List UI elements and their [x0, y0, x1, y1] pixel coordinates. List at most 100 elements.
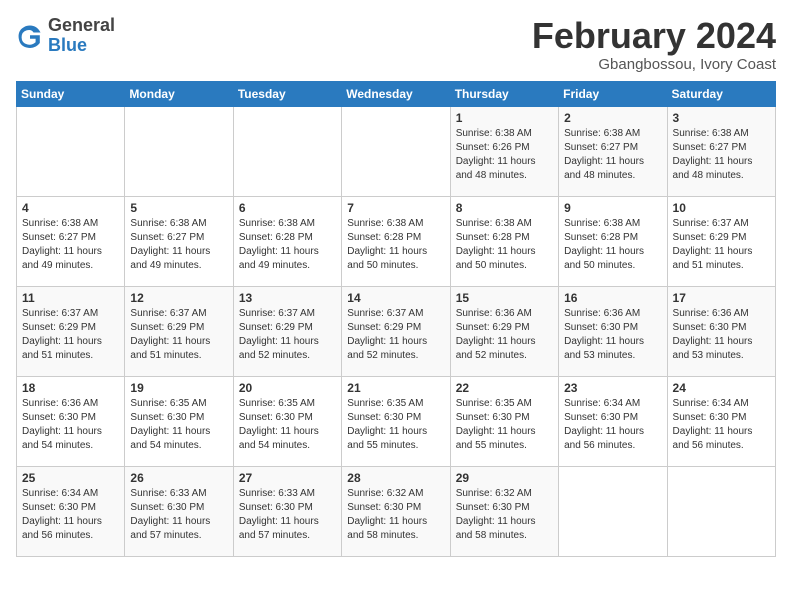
day-cell: 22 Sunrise: 6:35 AM Sunset: 6:30 PM Dayli…: [450, 376, 558, 466]
logo-blue-text: Blue: [48, 35, 87, 55]
day-info: Sunrise: 6:34 AM Sunset: 6:30 PM Dayligh…: [22, 487, 119, 543]
logo: General Blue: [16, 16, 115, 56]
day-info: Sunrise: 6:35 AM Sunset: 6:30 PM Dayligh…: [347, 397, 444, 453]
day-number: 3: [673, 111, 770, 125]
day-number: 10: [673, 201, 770, 215]
day-info: Sunrise: 6:38 AM Sunset: 6:26 PM Dayligh…: [456, 127, 553, 183]
day-cell: 11 Sunrise: 6:37 AM Sunset: 6:29 PM Dayli…: [17, 286, 125, 376]
day-cell: 26Sunrise: 6:33 AM Sunset: 6:30 PM Dayli…: [125, 466, 233, 556]
day-cell: 29 Sunrise: 6:32 AM Sunset: 6:30 PM Dayli…: [450, 466, 558, 556]
day-info: Sunrise: 6:33 AM Sunset: 6:30 PM Dayligh…: [239, 487, 336, 543]
day-number: 18: [22, 381, 119, 395]
location-subtitle: Gbangbossou, Ivory Coast: [532, 56, 776, 73]
day-number: 23: [564, 381, 661, 395]
day-info: Sunrise: 6:35 AM Sunset: 6:30 PM Dayligh…: [239, 397, 336, 453]
day-info: Sunrise: 6:38 AM Sunset: 6:27 PM Dayligh…: [673, 127, 770, 183]
day-number: 25: [22, 471, 119, 485]
day-cell: 25 Sunrise: 6:34 AM Sunset: 6:30 PM Dayli…: [17, 466, 125, 556]
day-info: Sunrise: 6:37 AM Sunset: 6:29 PM Dayligh…: [22, 307, 119, 363]
day-number: 8: [456, 201, 553, 215]
day-number: 17: [673, 291, 770, 305]
day-cell: [233, 106, 341, 196]
day-cell: 14 Sunrise: 6:37 AM Sunset: 6:29 PM Dayli…: [342, 286, 450, 376]
day-info: Sunrise: 6:32 AM Sunset: 6:30 PM Dayligh…: [456, 487, 553, 543]
day-cell: 8 Sunrise: 6:38 AM Sunset: 6:28 PM Daylig…: [450, 196, 558, 286]
day-info: Sunrise: 6:38 AM Sunset: 6:28 PM Dayligh…: [456, 217, 553, 273]
day-info: Sunrise: 6:33 AM Sunset: 6:30 PM Dayligh…: [130, 487, 227, 543]
week-row-3: 11 Sunrise: 6:37 AM Sunset: 6:29 PM Dayli…: [17, 286, 776, 376]
day-cell: 15 Sunrise: 6:36 AM Sunset: 6:29 PM Dayli…: [450, 286, 558, 376]
day-info: Sunrise: 6:37 AM Sunset: 6:29 PM Dayligh…: [347, 307, 444, 363]
day-cell: 23 Sunrise: 6:34 AM Sunset: 6:30 PM Dayli…: [559, 376, 667, 466]
day-number: 1: [456, 111, 553, 125]
day-cell: 28 Sunrise: 6:32 AM Sunset: 6:30 PM Dayli…: [342, 466, 450, 556]
header-day-sunday: Sunday: [17, 81, 125, 106]
day-cell: 3 Sunrise: 6:38 AM Sunset: 6:27 PM Daylig…: [667, 106, 775, 196]
day-info: Sunrise: 6:35 AM Sunset: 6:30 PM Dayligh…: [130, 397, 227, 453]
day-cell: [125, 106, 233, 196]
day-cell: 18 Sunrise: 6:36 AM Sunset: 6:30 PM Dayli…: [17, 376, 125, 466]
day-info: Sunrise: 6:34 AM Sunset: 6:30 PM Dayligh…: [673, 397, 770, 453]
day-cell: 4 Sunrise: 6:38 AM Sunset: 6:27 PM Daylig…: [17, 196, 125, 286]
day-cell: 9 Sunrise: 6:38 AM Sunset: 6:28 PM Daylig…: [559, 196, 667, 286]
day-info: Sunrise: 6:38 AM Sunset: 6:27 PM Dayligh…: [564, 127, 661, 183]
header-day-thursday: Thursday: [450, 81, 558, 106]
day-cell: 5 Sunrise: 6:38 AM Sunset: 6:27 PM Daylig…: [125, 196, 233, 286]
day-info: Sunrise: 6:36 AM Sunset: 6:30 PM Dayligh…: [22, 397, 119, 453]
day-cell: 20 Sunrise: 6:35 AM Sunset: 6:30 PM Dayli…: [233, 376, 341, 466]
day-cell: 7Sunrise: 6:38 AM Sunset: 6:28 PM Daylig…: [342, 196, 450, 286]
day-cell: 10Sunrise: 6:37 AM Sunset: 6:29 PM Dayli…: [667, 196, 775, 286]
week-row-2: 4 Sunrise: 6:38 AM Sunset: 6:27 PM Daylig…: [17, 196, 776, 286]
calendar-header: SundayMondayTuesdayWednesdayThursdayFrid…: [17, 81, 776, 106]
day-number: 20: [239, 381, 336, 395]
day-cell: [667, 466, 775, 556]
day-number: 24: [673, 381, 770, 395]
day-number: 21: [347, 381, 444, 395]
header: General Blue February 2024 Gbangbossou, …: [16, 16, 776, 73]
day-cell: [342, 106, 450, 196]
header-row: SundayMondayTuesdayWednesdayThursdayFrid…: [17, 81, 776, 106]
day-number: 19: [130, 381, 227, 395]
calendar-table: SundayMondayTuesdayWednesdayThursdayFrid…: [16, 81, 776, 557]
week-row-4: 18 Sunrise: 6:36 AM Sunset: 6:30 PM Dayli…: [17, 376, 776, 466]
day-cell: 21 Sunrise: 6:35 AM Sunset: 6:30 PM Dayli…: [342, 376, 450, 466]
day-cell: 19 Sunrise: 6:35 AM Sunset: 6:30 PM Dayli…: [125, 376, 233, 466]
day-info: Sunrise: 6:36 AM Sunset: 6:29 PM Dayligh…: [456, 307, 553, 363]
day-number: 14: [347, 291, 444, 305]
day-info: Sunrise: 6:38 AM Sunset: 6:28 PM Dayligh…: [564, 217, 661, 273]
day-info: Sunrise: 6:35 AM Sunset: 6:30 PM Dayligh…: [456, 397, 553, 453]
day-info: Sunrise: 6:37 AM Sunset: 6:29 PM Dayligh…: [239, 307, 336, 363]
day-number: 16: [564, 291, 661, 305]
day-number: 2: [564, 111, 661, 125]
day-number: 5: [130, 201, 227, 215]
day-number: 22: [456, 381, 553, 395]
day-number: 7: [347, 201, 444, 215]
day-cell: 12Sunrise: 6:37 AM Sunset: 6:29 PM Dayli…: [125, 286, 233, 376]
day-info: Sunrise: 6:37 AM Sunset: 6:29 PM Dayligh…: [130, 307, 227, 363]
day-info: Sunrise: 6:38 AM Sunset: 6:27 PM Dayligh…: [22, 217, 119, 273]
day-cell: [559, 466, 667, 556]
logo-general-text: General: [48, 15, 115, 35]
day-cell: 6 Sunrise: 6:38 AM Sunset: 6:28 PM Daylig…: [233, 196, 341, 286]
day-cell: 17Sunrise: 6:36 AM Sunset: 6:30 PM Dayli…: [667, 286, 775, 376]
day-info: Sunrise: 6:36 AM Sunset: 6:30 PM Dayligh…: [564, 307, 661, 363]
day-info: Sunrise: 6:38 AM Sunset: 6:28 PM Dayligh…: [239, 217, 336, 273]
day-cell: 27Sunrise: 6:33 AM Sunset: 6:30 PM Dayli…: [233, 466, 341, 556]
header-day-monday: Monday: [125, 81, 233, 106]
day-cell: 13Sunrise: 6:37 AM Sunset: 6:29 PM Dayli…: [233, 286, 341, 376]
day-number: 28: [347, 471, 444, 485]
day-number: 29: [456, 471, 553, 485]
day-number: 6: [239, 201, 336, 215]
day-info: Sunrise: 6:38 AM Sunset: 6:27 PM Dayligh…: [130, 217, 227, 273]
header-day-tuesday: Tuesday: [233, 81, 341, 106]
day-number: 15: [456, 291, 553, 305]
day-cell: 16 Sunrise: 6:36 AM Sunset: 6:30 PM Dayli…: [559, 286, 667, 376]
day-cell: 2 Sunrise: 6:38 AM Sunset: 6:27 PM Daylig…: [559, 106, 667, 196]
day-number: 9: [564, 201, 661, 215]
day-number: 11: [22, 291, 119, 305]
day-info: Sunrise: 6:34 AM Sunset: 6:30 PM Dayligh…: [564, 397, 661, 453]
calendar-body: 1 Sunrise: 6:38 AM Sunset: 6:26 PM Daylig…: [17, 106, 776, 556]
header-day-saturday: Saturday: [667, 81, 775, 106]
day-number: 4: [22, 201, 119, 215]
day-info: Sunrise: 6:32 AM Sunset: 6:30 PM Dayligh…: [347, 487, 444, 543]
